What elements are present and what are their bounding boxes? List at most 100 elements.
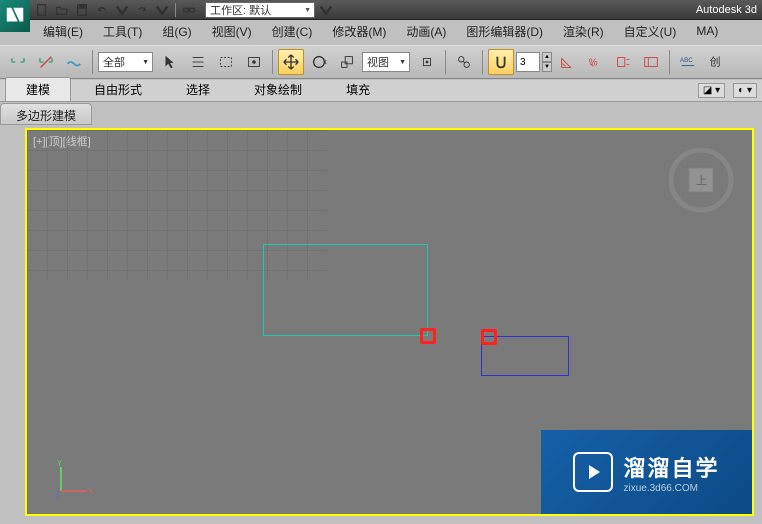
- chevron-down-icon: [115, 3, 129, 17]
- percent-snap-tool[interactable]: %: [582, 49, 608, 75]
- tab-fill[interactable]: 填充: [325, 77, 391, 101]
- snap-toggle[interactable]: [488, 49, 514, 75]
- app-title: Autodesk 3d: [696, 4, 757, 16]
- separator: [272, 50, 273, 74]
- menu-bar: 编辑(E) 工具(T) 组(G) 视图(V) 创建(C) 修改器(M) 动画(A…: [33, 20, 728, 42]
- menu-graph[interactable]: 图形编辑器(D): [456, 21, 553, 42]
- cursor-icon: [161, 53, 179, 71]
- create-tool[interactable]: 创: [703, 49, 729, 75]
- rectangle-object-1[interactable]: [263, 244, 428, 336]
- manipulate-tool[interactable]: [451, 49, 477, 75]
- spinner-snap-tool[interactable]: [610, 49, 636, 75]
- scale-tool[interactable]: [334, 49, 360, 75]
- quick-toolbar: 工作区: 默认: [33, 1, 335, 19]
- watermark-subtitle: zixue.3d66.COM: [623, 483, 719, 494]
- svg-text:ABC: ABC: [680, 57, 693, 64]
- bind-tool[interactable]: [61, 49, 87, 75]
- menu-edit[interactable]: 编辑(E): [33, 21, 93, 42]
- separator: [175, 3, 176, 17]
- abc-tool[interactable]: ABC: [675, 49, 701, 75]
- move-tool[interactable]: [278, 49, 304, 75]
- unlink-icon: [37, 53, 55, 71]
- separator: [669, 50, 670, 74]
- scale-icon: [338, 53, 356, 71]
- play-icon: [573, 452, 613, 492]
- workspace-selector[interactable]: 工作区: 默认: [205, 2, 315, 18]
- new-file-button[interactable]: [33, 2, 51, 18]
- redo-dropdown[interactable]: [153, 2, 171, 18]
- main-toolbar: 全部 视图 3 ▲▼ % ABC 创: [0, 45, 762, 79]
- menu-max[interactable]: MA): [686, 22, 728, 40]
- save-button[interactable]: [73, 2, 91, 18]
- snap-icon: [492, 53, 510, 71]
- snap-spinner[interactable]: 3: [516, 52, 540, 72]
- separator: [482, 50, 483, 74]
- chevron-down-icon: [319, 3, 333, 17]
- open-folder-icon: [55, 3, 69, 17]
- pivot-marker-2: [481, 329, 497, 345]
- chevron-down-icon: [155, 3, 169, 17]
- svg-text:%: %: [589, 58, 598, 69]
- menu-modifier[interactable]: 修改器(M): [322, 21, 396, 42]
- abc-icon: ABC: [679, 53, 697, 71]
- pivot-marker-1: [420, 328, 436, 344]
- viewcube[interactable]: 上: [669, 148, 734, 213]
- link-tool[interactable]: [5, 49, 31, 75]
- angle-snap-tool[interactable]: [554, 49, 580, 75]
- menu-create[interactable]: 创建(C): [262, 21, 323, 42]
- tab-model[interactable]: 建模: [5, 77, 71, 101]
- tab-objpaint[interactable]: 对象绘制: [233, 77, 323, 101]
- menu-render[interactable]: 渲染(R): [553, 21, 614, 42]
- tab-select[interactable]: 选择: [165, 77, 231, 101]
- menu-animation[interactable]: 动画(A): [396, 21, 456, 42]
- panel-polymodel[interactable]: 多边形建模: [0, 103, 92, 125]
- watermark-title: 溜溜自学: [623, 451, 719, 483]
- quick-dropdown[interactable]: [317, 2, 335, 18]
- ribbon-help[interactable]: ◐ ▾: [733, 83, 757, 98]
- redo-button[interactable]: [133, 2, 151, 18]
- spinner-buttons[interactable]: ▲▼: [542, 52, 552, 72]
- workspace-label: 工作区: 默认: [210, 2, 271, 18]
- menu-view[interactable]: 视图(V): [202, 21, 262, 42]
- window-crossing-tool[interactable]: [241, 49, 267, 75]
- pivot-tool[interactable]: [414, 49, 440, 75]
- open-file-button[interactable]: [53, 2, 71, 18]
- select-name-tool[interactable]: [185, 49, 211, 75]
- rotate-tool[interactable]: [306, 49, 332, 75]
- axis-z-label: Z: [55, 490, 60, 499]
- region-rect-tool[interactable]: [213, 49, 239, 75]
- menu-group[interactable]: 组(G): [152, 21, 201, 42]
- menu-tools[interactable]: 工具(T): [93, 21, 152, 42]
- window-crossing-icon: [245, 53, 263, 71]
- move-icon: [282, 53, 300, 71]
- save-icon: [75, 3, 89, 17]
- select-tool[interactable]: [157, 49, 183, 75]
- create-icon: 创: [707, 53, 725, 71]
- undo-dropdown[interactable]: [113, 2, 131, 18]
- angle-icon: [558, 53, 576, 71]
- undo-button[interactable]: [93, 2, 111, 18]
- separator: [445, 50, 446, 74]
- app-logo[interactable]: [0, 0, 30, 32]
- ribbon-dropdown[interactable]: ◪ ▾: [698, 83, 725, 98]
- app-logo-icon: [4, 5, 26, 27]
- region-rect-icon: [217, 53, 235, 71]
- sub-tabs: 建模 自由形式 选择 对象绘制 填充 ◪ ▾ ◐ ▾: [0, 80, 762, 102]
- menu-custom[interactable]: 自定义(U): [614, 21, 687, 42]
- spinner-snap-icon: [614, 53, 632, 71]
- tab-freeform[interactable]: 自由形式: [73, 77, 163, 101]
- separator: [92, 50, 93, 74]
- axis-y-label: Y: [57, 459, 63, 468]
- link-button[interactable]: [180, 2, 198, 18]
- edit-named-tool[interactable]: [638, 49, 664, 75]
- edit-named-icon: [642, 53, 660, 71]
- axis-gizmo: Y X Z: [53, 459, 93, 499]
- watermark: 溜溜自学 zixue.3d66.COM: [541, 430, 752, 514]
- svg-text:创: 创: [710, 56, 721, 69]
- link-icon: [182, 3, 196, 17]
- rotate-icon: [310, 53, 328, 71]
- unlink-tool[interactable]: [33, 49, 59, 75]
- viewport-top[interactable]: [+][顶][线框] Y X Z 上 溜溜自学 zixue.3d66: [25, 128, 754, 516]
- refsys-dropdown[interactable]: 视图: [362, 52, 410, 72]
- scope-dropdown[interactable]: 全部: [98, 52, 153, 72]
